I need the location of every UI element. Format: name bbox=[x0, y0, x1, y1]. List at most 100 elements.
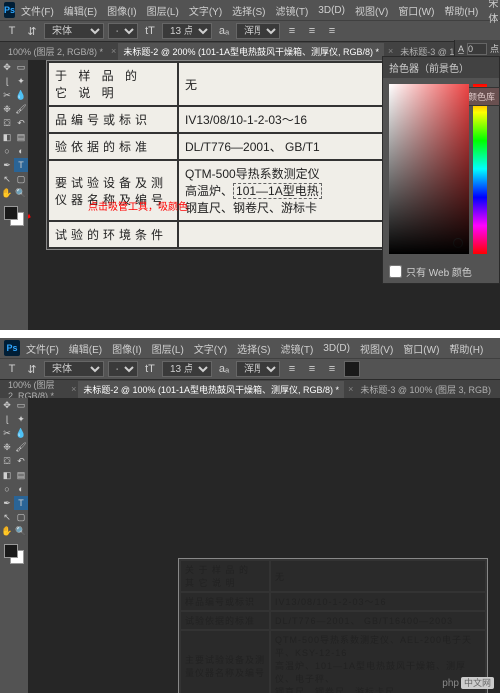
align-center-icon[interactable]: ≡ bbox=[304, 23, 320, 39]
align-left-icon[interactable]: ≡ bbox=[284, 361, 300, 377]
hue-slider[interactable] bbox=[473, 84, 487, 254]
gradient-tool-icon[interactable]: ▤ bbox=[14, 130, 28, 144]
close-tab-icon[interactable]: × bbox=[71, 384, 76, 394]
align-right-icon[interactable]: ≡ bbox=[324, 361, 340, 377]
blur-tool-icon[interactable]: ○ bbox=[0, 144, 14, 158]
font-style-select[interactable]: - bbox=[108, 361, 138, 377]
web-colors-checkbox[interactable] bbox=[389, 265, 402, 278]
color-swatches[interactable] bbox=[0, 202, 28, 234]
history-brush-icon[interactable]: ↶ bbox=[14, 116, 28, 130]
text-color-swatch[interactable] bbox=[344, 361, 360, 377]
close-tab-icon[interactable]: × bbox=[348, 384, 353, 394]
heal-tool-icon[interactable]: ❉ bbox=[0, 102, 14, 116]
crop-tool-icon[interactable]: ✂ bbox=[0, 88, 14, 102]
canvas-area[interactable]: 关 于 样 品 的其 它 说 明无 样品编号或标识IV13/08/10-1-2-… bbox=[28, 398, 500, 693]
stamp-tool-icon[interactable]: ⛋ bbox=[0, 454, 14, 468]
blur-tool-icon[interactable]: ○ bbox=[0, 482, 14, 496]
font-family-select[interactable]: 宋体 bbox=[44, 23, 104, 39]
menu-view[interactable]: 视图(V) bbox=[356, 339, 397, 358]
foreground-swatch[interactable] bbox=[4, 544, 18, 558]
menu-type[interactable]: 文字(Y) bbox=[190, 339, 231, 358]
marquee-tool-icon[interactable]: ▭ bbox=[14, 398, 28, 412]
menu-file[interactable]: 文件(F) bbox=[22, 339, 63, 358]
font-size-select[interactable]: 13 点 bbox=[162, 23, 212, 39]
brush-tool-icon[interactable]: 🖌 bbox=[14, 102, 28, 116]
doc-tab-0[interactable]: 100% (图层 2, RGB/8) * bbox=[4, 380, 67, 398]
color-field[interactable] bbox=[389, 84, 469, 254]
align-left-icon[interactable]: ≡ bbox=[284, 23, 300, 39]
lasso-tool-icon[interactable]: ɭ bbox=[0, 412, 14, 426]
eyedropper-tool-icon[interactable]: 💧 bbox=[14, 426, 28, 440]
menu-help[interactable]: 帮助(H) bbox=[440, 1, 482, 20]
menu-select[interactable]: 选择(S) bbox=[228, 1, 269, 20]
doc-tab-1[interactable]: 未标题-2 @ 100% (101-1A型电热鼓风干燥箱、测厚仪, RGB/8)… bbox=[78, 381, 344, 398]
brush-tool-icon[interactable]: 🖌 bbox=[14, 440, 28, 454]
doc-tab-1[interactable]: 未标题-2 @ 200% (101-1A型电热鼓风干燥箱、测厚仪, RGB/8)… bbox=[118, 43, 384, 60]
marquee-tool-icon[interactable]: ▭ bbox=[14, 60, 28, 74]
lasso-tool-icon[interactable]: ɭ bbox=[0, 74, 14, 88]
menu-layer[interactable]: 图层(L) bbox=[143, 1, 183, 20]
eyedropper-tool-icon[interactable]: 💧 bbox=[14, 88, 28, 102]
menu-image[interactable]: 图像(I) bbox=[103, 1, 140, 20]
dodge-tool-icon[interactable]: ◐ bbox=[14, 144, 28, 158]
pen-tool-icon[interactable]: ✒ bbox=[0, 158, 14, 172]
zoom-tool-icon[interactable]: 🔍 bbox=[14, 524, 28, 538]
close-tab-icon[interactable]: × bbox=[388, 46, 393, 56]
history-brush-icon[interactable]: ↶ bbox=[14, 454, 28, 468]
stamp-tool-icon[interactable]: ⛋ bbox=[0, 116, 14, 130]
wand-tool-icon[interactable]: ✦ bbox=[14, 412, 28, 426]
heal-tool-icon[interactable]: ❉ bbox=[0, 440, 14, 454]
hand-tool-icon[interactable]: ✋ bbox=[0, 524, 14, 538]
path-tool-icon[interactable]: ↖ bbox=[0, 172, 14, 186]
path-tool-icon[interactable]: ↖ bbox=[0, 510, 14, 524]
align-right-icon[interactable]: ≡ bbox=[324, 23, 340, 39]
foreground-swatch[interactable] bbox=[4, 206, 18, 220]
eraser-tool-icon[interactable]: ◧ bbox=[0, 468, 14, 482]
menu-edit[interactable]: 编辑(E) bbox=[65, 339, 106, 358]
leading-field[interactable] bbox=[467, 43, 487, 55]
menu-image[interactable]: 图像(I) bbox=[108, 339, 145, 358]
pen-tool-icon[interactable]: ✒ bbox=[0, 496, 14, 510]
font-family-select[interactable]: 宋体 bbox=[44, 361, 104, 377]
zoom-tool-icon[interactable]: 🔍 bbox=[14, 186, 28, 200]
align-center-icon[interactable]: ≡ bbox=[304, 361, 320, 377]
menu-file[interactable]: 文件(F) bbox=[17, 1, 58, 20]
menu-layer[interactable]: 图层(L) bbox=[148, 339, 188, 358]
menu-filter[interactable]: 滤镜(T) bbox=[272, 1, 313, 20]
wand-tool-icon[interactable]: ✦ bbox=[14, 74, 28, 88]
color-swatches[interactable] bbox=[0, 540, 28, 572]
menu-3d[interactable]: 3D(D) bbox=[314, 3, 349, 18]
menu-view[interactable]: 视图(V) bbox=[351, 1, 392, 20]
shape-tool-icon[interactable]: ▢ bbox=[14, 172, 28, 186]
font-size-select[interactable]: 13 点 bbox=[162, 361, 212, 377]
shape-tool-icon[interactable]: ▢ bbox=[14, 510, 28, 524]
menu-window[interactable]: 窗口(W) bbox=[399, 339, 443, 358]
annotation-arrow bbox=[28, 192, 30, 217]
move-tool-icon[interactable]: ✥ bbox=[0, 398, 14, 412]
menu-select[interactable]: 选择(S) bbox=[233, 339, 274, 358]
anti-alias-select[interactable]: 浑厚 bbox=[236, 23, 280, 39]
orientation-icon[interactable]: ⇵ bbox=[24, 361, 40, 377]
font-style-select[interactable]: - bbox=[108, 23, 138, 39]
close-tab-icon[interactable]: × bbox=[111, 46, 116, 56]
menu-edit[interactable]: 编辑(E) bbox=[60, 1, 101, 20]
menu-help[interactable]: 帮助(H) bbox=[445, 339, 487, 358]
anti-alias-select[interactable]: 浑厚 bbox=[236, 361, 280, 377]
doc-tab-0[interactable]: 100% (图层 2, RGB/8) * bbox=[4, 43, 107, 60]
doc-tab-2[interactable]: 未标题-3 @ 100% (图层 3, RGB) bbox=[355, 381, 496, 398]
color-picker-dialog: 拾色器（前景色） 颜色库 只有 Web 颜色 bbox=[382, 56, 500, 284]
orientation-icon[interactable]: ⇵ bbox=[24, 23, 40, 39]
dodge-tool-icon[interactable]: ◐ bbox=[14, 482, 28, 496]
color-cursor[interactable] bbox=[453, 238, 463, 248]
move-tool-icon[interactable]: ✥ bbox=[0, 60, 14, 74]
menu-type[interactable]: 文字(Y) bbox=[185, 1, 226, 20]
menu-3d[interactable]: 3D(D) bbox=[319, 341, 354, 356]
eraser-tool-icon[interactable]: ◧ bbox=[0, 130, 14, 144]
type-tool-icon[interactable]: T bbox=[14, 496, 28, 510]
hand-tool-icon[interactable]: ✋ bbox=[0, 186, 14, 200]
menu-window[interactable]: 窗口(W) bbox=[394, 1, 438, 20]
menu-filter[interactable]: 滤镜(T) bbox=[277, 339, 318, 358]
type-tool-icon[interactable]: T bbox=[14, 158, 28, 172]
gradient-tool-icon[interactable]: ▤ bbox=[14, 468, 28, 482]
crop-tool-icon[interactable]: ✂ bbox=[0, 426, 14, 440]
